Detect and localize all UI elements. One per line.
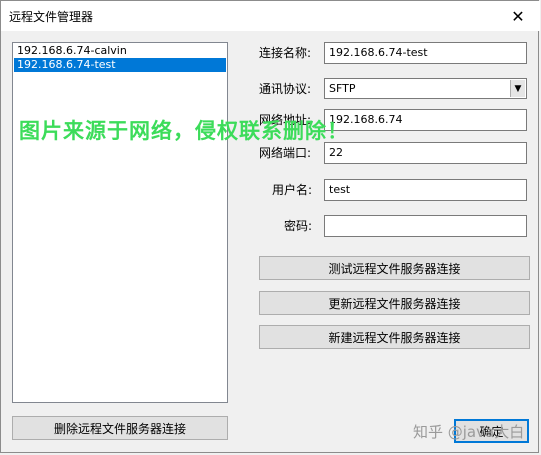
- list-item[interactable]: 192.168.6.74-calvin: [14, 44, 226, 58]
- ok-button[interactable]: 确定: [454, 419, 529, 443]
- list-item-selected[interactable]: 192.168.6.74-test: [14, 58, 226, 72]
- update-connection-button[interactable]: 更新远程文件服务器连接: [259, 291, 530, 315]
- connection-list[interactable]: 192.168.6.74-calvin 192.168.6.74-test: [12, 42, 228, 403]
- port-label: 网络端口:: [259, 146, 312, 160]
- password-input[interactable]: [324, 215, 527, 237]
- test-connection-button[interactable]: 测试远程文件服务器连接: [259, 256, 530, 280]
- connection-name-input[interactable]: 192.168.6.74-test: [324, 42, 527, 64]
- username-input[interactable]: test: [324, 179, 527, 201]
- port-input[interactable]: 22: [324, 142, 527, 164]
- protocol-select[interactable]: SFTP ▼: [324, 78, 527, 99]
- chevron-down-icon[interactable]: ▼: [510, 80, 525, 97]
- address-input[interactable]: 192.168.6.74: [324, 109, 527, 131]
- address-label: 网络地址:: [259, 113, 312, 127]
- password-label: 密码:: [284, 219, 313, 233]
- connection-name-label: 连接名称:: [259, 46, 312, 60]
- protocol-label: 通讯协议:: [259, 82, 312, 96]
- username-label: 用户名:: [272, 183, 313, 197]
- remote-file-manager-window: 远程文件管理器 ✕ 192.168.6.74-calvin 192.168.6.…: [0, 0, 540, 453]
- title-bar[interactable]: 远程文件管理器 ✕: [1, 1, 540, 31]
- window-title: 远程文件管理器: [9, 10, 94, 24]
- create-connection-button[interactable]: 新建远程文件服务器连接: [259, 325, 530, 349]
- close-icon[interactable]: ✕: [500, 1, 536, 31]
- delete-connection-button[interactable]: 删除远程文件服务器连接: [12, 416, 228, 440]
- protocol-value: SFTP: [329, 82, 356, 95]
